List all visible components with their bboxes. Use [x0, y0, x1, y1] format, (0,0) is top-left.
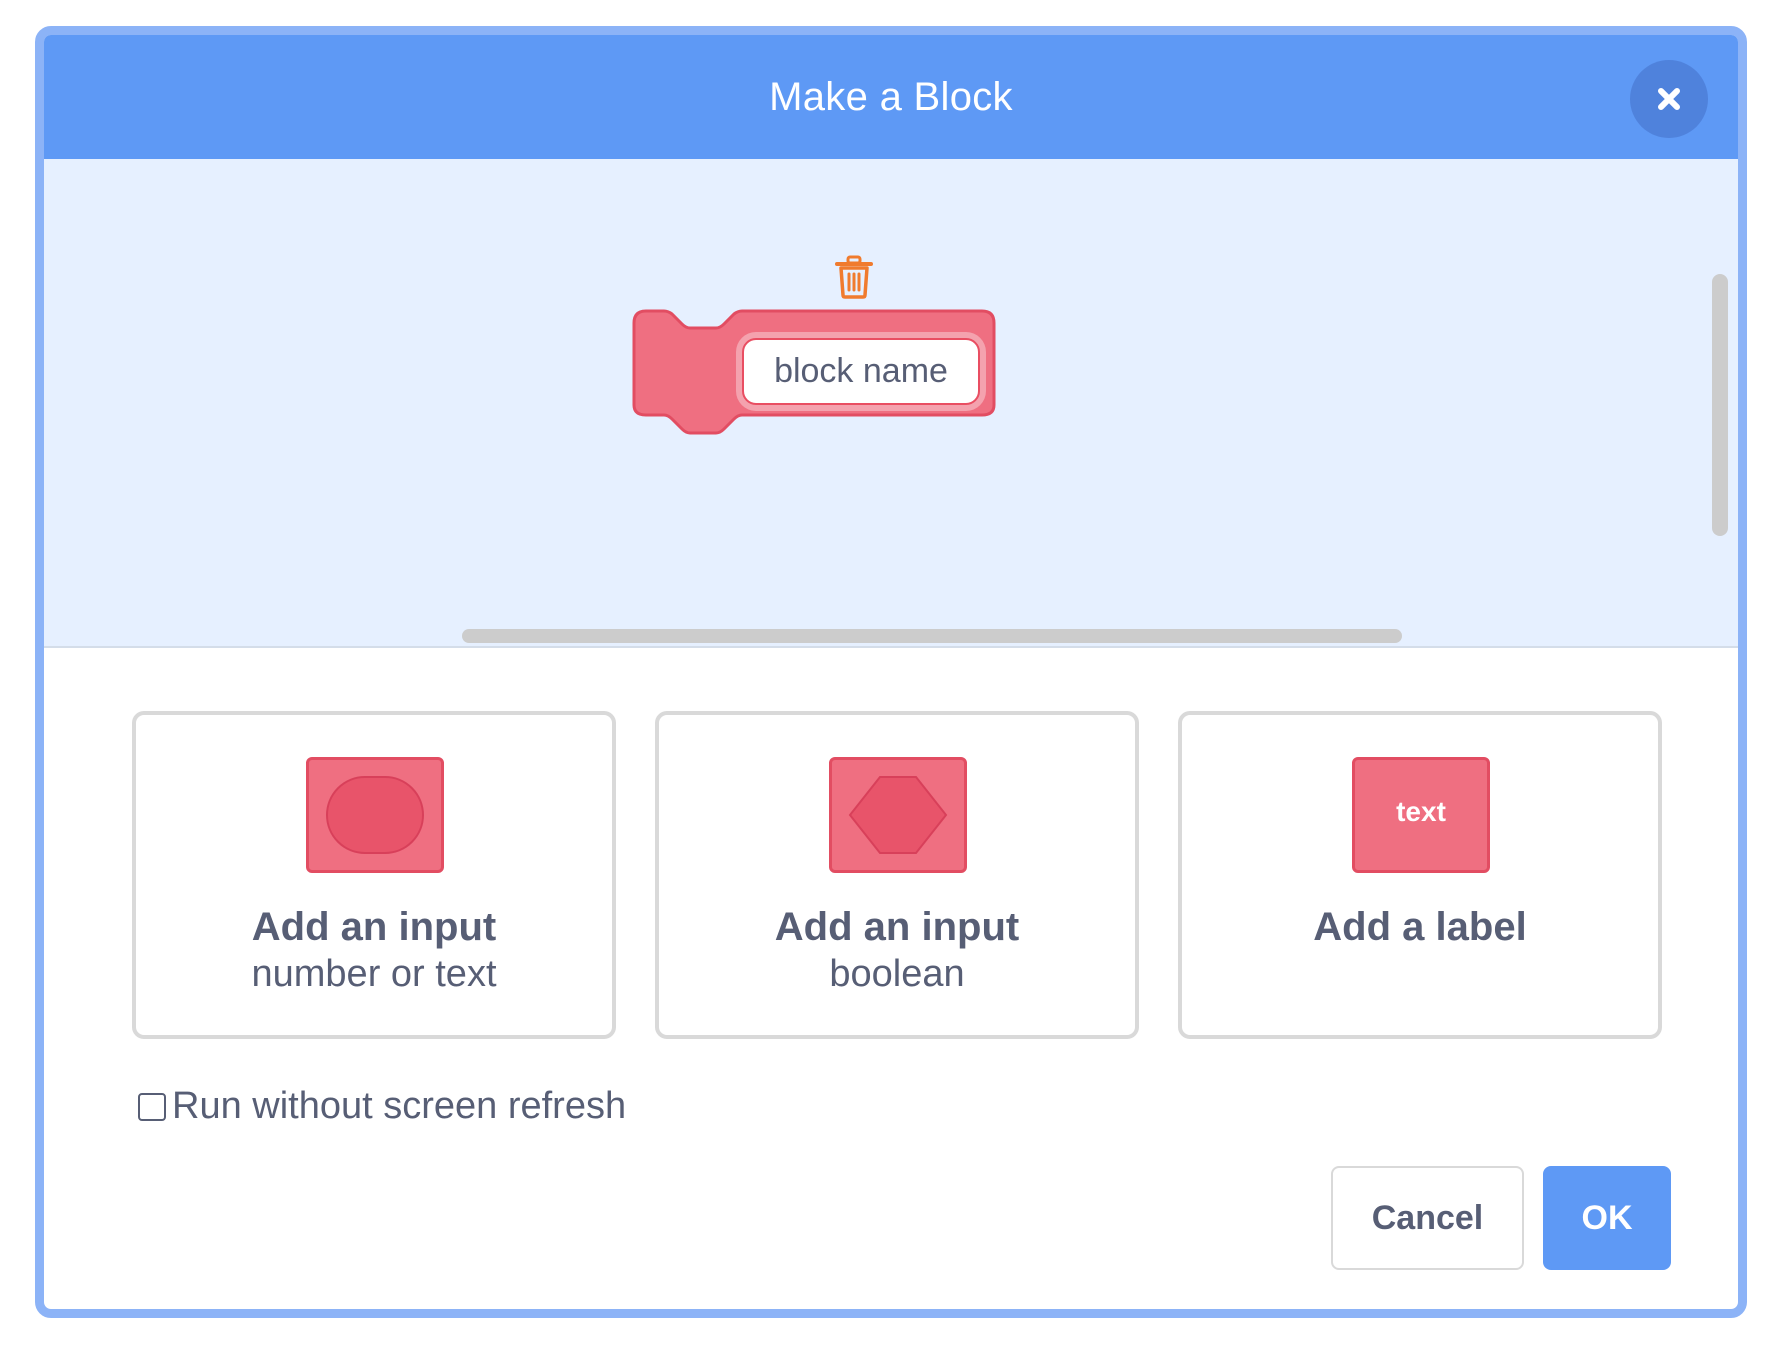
add-input-boolean-button[interactable]: Add an input boolean	[655, 711, 1139, 1039]
close-button[interactable]	[1630, 60, 1708, 138]
option-title: Add a label	[1313, 905, 1527, 949]
run-without-refresh-checkbox[interactable]	[138, 1092, 166, 1121]
boolean-input-icon	[829, 757, 967, 873]
option-subtitle: boolean	[829, 953, 965, 995]
run-without-refresh-label: Run without screen refresh	[172, 1085, 627, 1127]
trash-icon[interactable]	[834, 255, 874, 299]
round-input-icon	[306, 757, 444, 873]
option-title: Add an input	[774, 905, 1020, 949]
ok-button[interactable]: OK	[1543, 1166, 1671, 1270]
close-x-icon	[1658, 88, 1680, 110]
run-without-refresh-row[interactable]: Run without screen refresh	[138, 1085, 626, 1128]
cancel-button[interactable]: Cancel	[1331, 1166, 1524, 1270]
add-label-button[interactable]: text Add a label	[1178, 711, 1662, 1039]
vertical-scrollbar[interactable]	[1712, 274, 1728, 536]
option-title: Add an input	[251, 905, 497, 949]
make-a-block-dialog: Make a Block block name Add an input num…	[35, 26, 1747, 1318]
horizontal-scrollbar[interactable]	[462, 629, 1402, 643]
dialog-header: Make a Block	[44, 35, 1738, 159]
option-subtitle: number or text	[251, 953, 497, 995]
block-name-input[interactable]: block name	[742, 338, 980, 405]
label-icon: text	[1352, 757, 1490, 873]
block-preview-area: block name	[44, 159, 1738, 648]
label-icon-text: text	[1396, 796, 1446, 827]
dialog-title: Make a Block	[769, 74, 1013, 119]
add-input-number-or-text-button[interactable]: Add an input number or text	[132, 711, 616, 1039]
